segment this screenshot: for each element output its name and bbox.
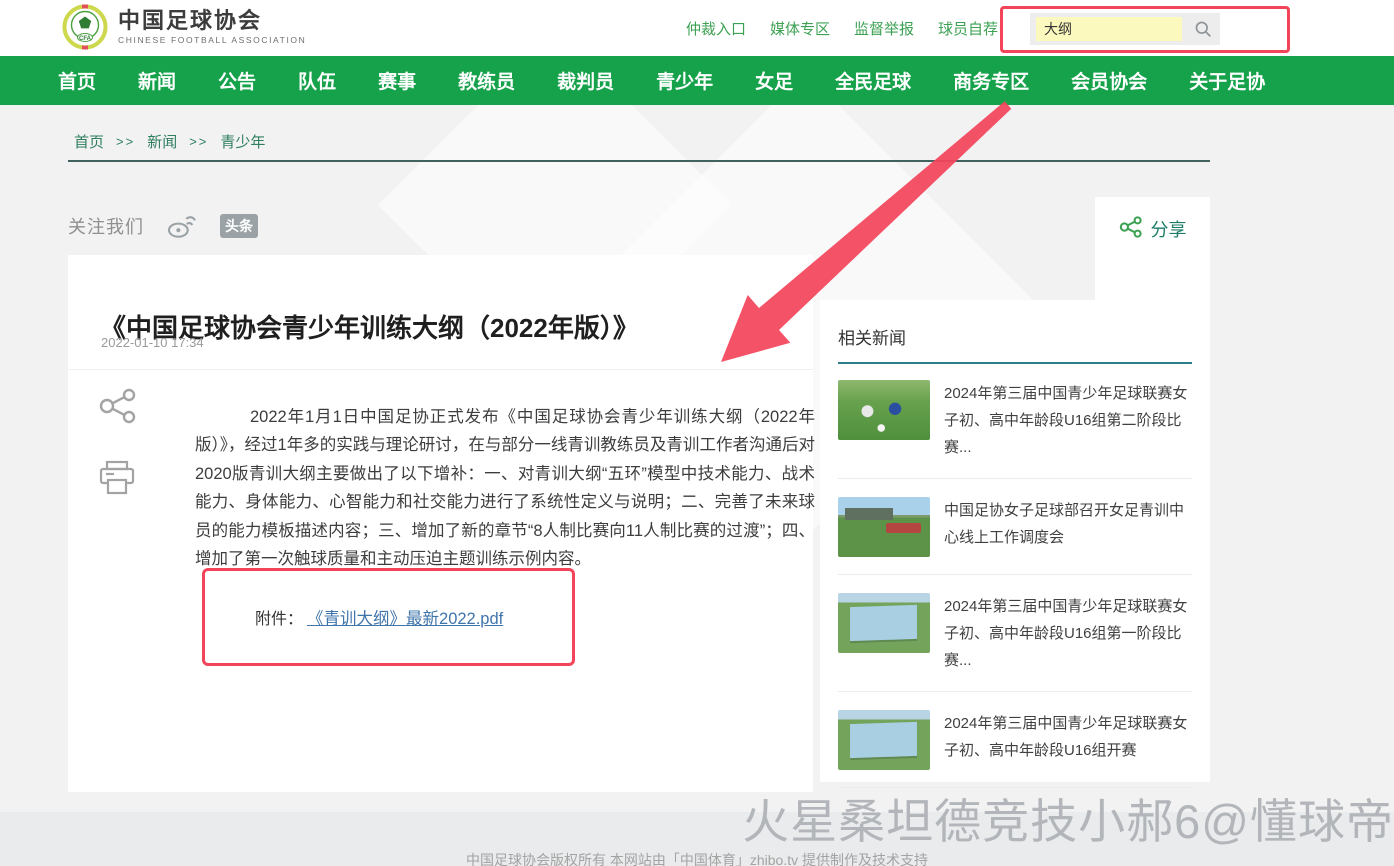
footer-copyright: 中国足球协会版权所有 本网站由「中国体育」zhibo.tv 提供制作及技术支持 <box>0 850 1394 866</box>
article-date: 2022-01-10 17:34 <box>101 335 204 350</box>
search-icon[interactable] <box>1194 18 1212 40</box>
header-link[interactable]: 仲裁入口 <box>686 18 746 39</box>
share-icon <box>1119 216 1143 238</box>
breadcrumb-separator: >> <box>116 134 135 149</box>
annotation-box-attachment: 附件： 《青训大纲》最新2022.pdf <box>202 568 575 666</box>
related-news-title: 相关新闻 <box>820 300 1210 349</box>
main-nav-item[interactable]: 会员协会 <box>1071 67 1147 94</box>
article-body: 2022年1月1日中国足协正式发布《中国足球协会青少年训练大纲（2022年版）》… <box>195 403 815 575</box>
related-news-list: 2024年第三届中国青少年足球联赛女子初、高中年龄段U16组第二阶段比赛... … <box>820 364 1210 788</box>
site-logo[interactable]: CFA 中国足球协会 CHINESE FOOTBALL ASSOCIATION <box>62 4 306 50</box>
related-news-item[interactable]: 中国足协女子足球部召开女足青训中心线上工作调度会 <box>838 497 1192 575</box>
attachment-pdf-link[interactable]: 《青训大纲》最新2022.pdf <box>307 605 503 629</box>
news-thumbnail[interactable] <box>838 710 930 770</box>
news-item-text[interactable]: 2024年第三届中国青少年足球联赛女子初、高中年龄段U16组第二阶段比赛... <box>944 380 1192 461</box>
related-news-item[interactable]: 2024年第三届中国青少年足球联赛女子初、高中年龄段U16组第二阶段比赛... <box>838 380 1192 479</box>
breadcrumb-link[interactable]: 新闻 <box>147 131 177 152</box>
svg-text:CFA: CFA <box>79 36 92 42</box>
search-box <box>1030 13 1220 45</box>
logo-text: 中国足球协会 CHINESE FOOTBALL ASSOCIATION <box>118 9 306 45</box>
toutiao-badge[interactable]: 头条 <box>220 214 258 238</box>
watermark-text: 火星桑坦德竞技小郝6@懂球帝 <box>742 783 1394 852</box>
main-nav-item[interactable]: 关于足协 <box>1189 67 1265 94</box>
share-label: 分享 <box>1151 216 1187 242</box>
logo-title: 中国足球协会 <box>118 9 306 33</box>
main-nav-item[interactable]: 首页 <box>58 67 96 94</box>
news-item-text[interactable]: 2024年第三届中国青少年足球联赛女子初、高中年龄段U16组第一阶段比赛... <box>944 593 1192 674</box>
main-nav-item[interactable]: 教练员 <box>458 67 515 94</box>
header-link[interactable]: 球员自荐 <box>938 18 998 39</box>
attachment-label: 附件： <box>255 605 303 629</box>
main-nav-item[interactable]: 商务专区 <box>953 67 1029 94</box>
header-link[interactable]: 监督举报 <box>854 18 914 39</box>
main-navigation: 首页 新闻 公告 队伍 赛事 教练员 裁判员 青少年 女足 全民足球 商务专区 … <box>0 56 1394 105</box>
weibo-icon[interactable] <box>166 213 198 239</box>
news-thumbnail[interactable] <box>838 593 930 653</box>
news-thumbnail[interactable] <box>838 497 930 557</box>
follow-us-label: 关注我们 <box>68 213 144 239</box>
site-header: CFA 中国足球协会 CHINESE FOOTBALL ASSOCIATION … <box>0 0 1394 56</box>
main-nav-item[interactable]: 赛事 <box>378 67 416 94</box>
article-divider <box>68 369 813 370</box>
main-nav-item[interactable]: 新闻 <box>138 67 176 94</box>
related-news-item[interactable]: 2024年第三届中国青少年足球联赛女子初、高中年龄段U16组第一阶段比赛... <box>838 593 1192 692</box>
news-item-text[interactable]: 2024年第三届中国青少年足球联赛女子初、高中年龄段U16组开赛 <box>944 710 1192 770</box>
cfa-news-page: CFA 中国足球协会 CHINESE FOOTBALL ASSOCIATION … <box>0 0 1394 866</box>
logo-subtitle: CHINESE FOOTBALL ASSOCIATION <box>118 35 306 45</box>
main-nav-item[interactable]: 全民足球 <box>835 67 911 94</box>
share-outline-icon[interactable] <box>98 388 138 424</box>
printer-icon[interactable] <box>98 460 136 496</box>
breadcrumb-link[interactable]: 首页 <box>74 131 104 152</box>
main-nav-item[interactable]: 女足 <box>755 67 793 94</box>
main-nav-item[interactable]: 队伍 <box>298 67 336 94</box>
follow-us-row: 关注我们 头条 <box>68 213 258 239</box>
related-news-item[interactable]: 2024年第三届中国青少年足球联赛女子初、高中年龄段U16组开赛 <box>838 710 1192 788</box>
article-tool-icons <box>98 388 138 496</box>
article-card: 《中国足球协会青少年训练大纲（2022年版）》 2022-01-10 17:34… <box>68 255 813 792</box>
main-nav-item[interactable]: 裁判员 <box>557 67 614 94</box>
breadcrumb-link[interactable]: 青少年 <box>220 131 265 152</box>
search-input[interactable] <box>1036 17 1182 41</box>
related-news-card: 相关新闻 2024年第三届中国青少年足球联赛女子初、高中年龄段U16组第二阶段比… <box>820 300 1210 782</box>
share-button[interactable]: 分享 <box>1095 197 1210 300</box>
main-nav-item[interactable]: 公告 <box>218 67 256 94</box>
news-thumbnail[interactable] <box>838 380 930 440</box>
breadcrumb-separator: >> <box>189 134 208 149</box>
breadcrumb: 首页 >> 新闻 >> 青少年 <box>74 131 289 152</box>
cfa-crest-icon: CFA <box>62 4 108 50</box>
news-item-text[interactable]: 中国足协女子足球部召开女足青训中心线上工作调度会 <box>944 497 1192 557</box>
breadcrumb-divider <box>68 160 1210 162</box>
main-nav-item[interactable]: 青少年 <box>656 67 713 94</box>
header-quick-links: 仲裁入口 媒体专区 监督举报 球员自荐 <box>686 0 998 56</box>
header-link[interactable]: 媒体专区 <box>770 18 830 39</box>
